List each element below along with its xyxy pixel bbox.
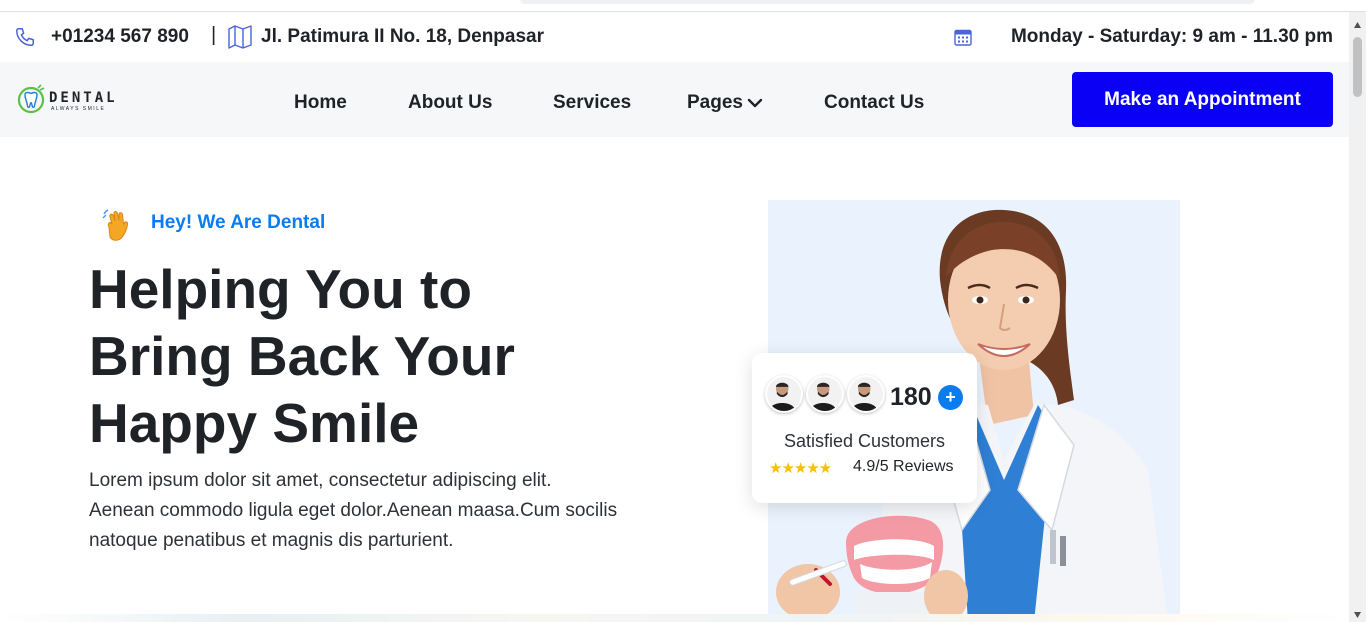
logo-tagline: ALWAYS SMILE [51,106,106,112]
satisfied-customers-label: Satisfied Customers [783,431,946,451]
hero-description-line: Aenean commodo ligula eget dolor.Aenean … [89,500,618,521]
waving-hand-icon [98,205,140,247]
calendar-icon [954,29,972,46]
plus-badge: + [938,385,963,410]
hero-description-line: Lorem ipsum dolor sit amet, consectetur … [89,470,552,491]
map-icon [228,25,252,49]
hero-title-line: Happy Smile [89,392,420,454]
nav-services[interactable]: Services [553,92,631,114]
rating-text: 4.9/5 Reviews [853,458,954,475]
hero-description-line: natoque penatibus et magnis dis parturie… [89,530,454,551]
hero-eyebrow: Hey! We Are Dental [151,212,326,233]
nav-about-us[interactable]: About Us [408,92,492,114]
hero-title: Helping You to Bring Back Your Happy Smi… [89,256,689,457]
make-appointment-button[interactable]: Make an Appointment [1072,72,1333,127]
customer-avatar [806,375,844,413]
scroll-down-arrow-icon[interactable] [1353,611,1362,619]
main-navbar: DENTAL ALWAYS SMILE Home About Us Servic… [0,62,1349,137]
browser-tab-strip [0,0,1366,12]
top-info-bar: +01234 567 890 | Jl. Patimura II No. 18,… [0,12,1349,62]
satisfied-customers-card: 180 + Satisfied Customers ★★★★★ 4.9/5 Re… [752,353,977,503]
hero-description: Lorem ipsum dolor sit amet, consectetur … [89,466,669,556]
star-rating-icon: ★★★★★ [769,460,832,477]
divider: | [211,24,217,46]
customer-avatar [847,375,885,413]
address-bar-edge [520,0,1255,4]
nav-home[interactable]: Home [294,92,347,114]
address: Jl. Patimura II No. 18, Denpasar [261,26,544,47]
tooth-logo-icon [17,84,45,114]
customer-avatar [765,375,803,413]
next-section-edge [0,614,1349,622]
nav-pages-dropdown[interactable]: Pages [687,92,763,114]
hero-title-line: Bring Back Your [89,325,515,387]
phone-icon [16,28,34,46]
business-hours: Monday - Saturday: 9 am - 11.30 pm [1010,26,1333,47]
logo-wordmark: DENTAL [49,90,118,106]
scrollbar-thumb[interactable] [1353,37,1362,97]
customer-count: 180 [890,383,932,411]
phone-number[interactable]: +01234 567 890 [51,26,189,48]
dental-logo[interactable]: DENTAL ALWAYS SMILE [16,84,146,116]
hero-title-line: Helping You to [89,258,472,320]
page-scrollbar[interactable] [1349,12,1366,622]
scroll-up-arrow-icon[interactable] [1353,21,1362,29]
chevron-down-icon [747,98,763,108]
nav-pages-label: Pages [687,92,743,113]
nav-contact-us[interactable]: Contact Us [824,92,924,114]
